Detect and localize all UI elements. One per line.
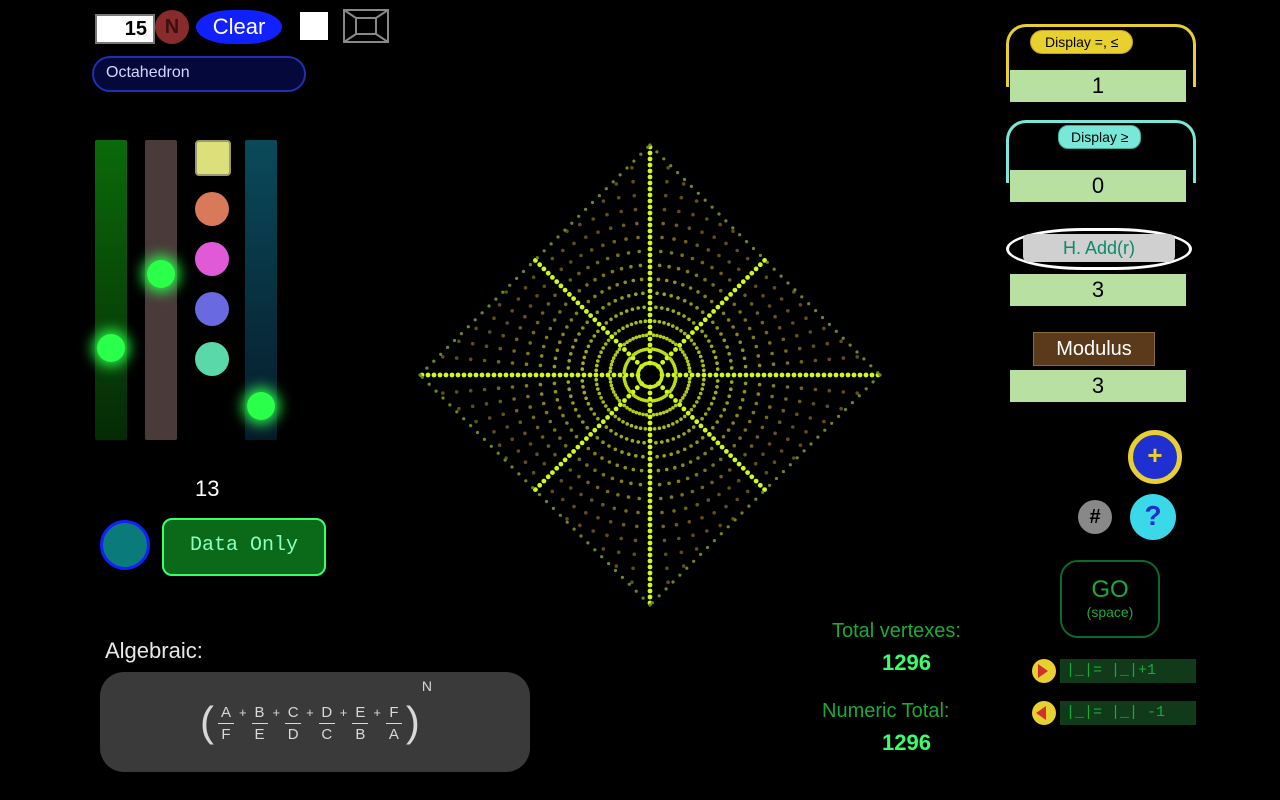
modulus-label[interactable]: Modulus: [1033, 332, 1155, 366]
size-input[interactable]: 15: [95, 14, 155, 44]
slider-3[interactable]: [245, 140, 277, 440]
tab-display-ge[interactable]: Display ≥: [1058, 125, 1141, 149]
total-vertexes-value: 1296: [882, 650, 931, 676]
swatch-magenta[interactable]: [195, 242, 229, 276]
color-swatch-column: [195, 140, 231, 392]
numeric-total-value: 1296: [882, 730, 931, 756]
hash-button[interactable]: #: [1078, 500, 1112, 534]
octahedron-visualization[interactable]: [400, 125, 900, 625]
swatch-blue[interactable]: [195, 292, 229, 326]
slider-value: 13: [195, 476, 219, 502]
value-le-input[interactable]: 1: [1010, 70, 1186, 102]
swatch-yellow[interactable]: [195, 140, 231, 176]
help-button[interactable]: ?: [1130, 494, 1176, 540]
go-sublabel: (space): [1062, 604, 1158, 620]
mode-toggle-button[interactable]: [100, 520, 150, 570]
perspective-icon[interactable]: [342, 8, 390, 44]
add-button[interactable]: +: [1128, 430, 1182, 484]
arrow-left-icon: [1032, 701, 1056, 725]
step-increment[interactable]: |_|= |_|+1: [1032, 658, 1196, 684]
total-vertexes-label: Total vertexes:: [832, 620, 961, 643]
color-swatch-white[interactable]: [300, 12, 328, 40]
numeric-total-label: Numeric Total:: [822, 700, 949, 723]
slider-1-thumb[interactable]: [97, 334, 125, 362]
slider-2[interactable]: [145, 140, 177, 440]
go-button[interactable]: GO (space): [1060, 560, 1160, 638]
arrow-right-icon: [1032, 659, 1056, 683]
slider-2-thumb[interactable]: [147, 260, 175, 288]
modulus-value-input[interactable]: 3: [1010, 370, 1186, 402]
swatch-teal[interactable]: [195, 342, 229, 376]
hadd-label: H. Add(r): [1023, 234, 1175, 262]
hadd-button[interactable]: H. Add(r): [1006, 228, 1192, 270]
tab-display-le[interactable]: Display =, ≤: [1030, 30, 1133, 54]
hadd-value-input[interactable]: 3: [1010, 274, 1186, 306]
algebraic-formula: ( AF+BE+CD+DC+EB+FA ) N: [100, 672, 530, 772]
value-ge-input[interactable]: 0: [1010, 170, 1186, 202]
step-dec-label: |_|= |_| -1: [1060, 701, 1196, 725]
data-only-button[interactable]: Data Only: [162, 518, 326, 576]
exponent: N: [422, 678, 432, 694]
slider-3-thumb[interactable]: [247, 392, 275, 420]
go-label: GO: [1062, 576, 1158, 604]
shape-select[interactable]: Octahedron: [92, 56, 306, 92]
clear-button[interactable]: Clear: [196, 10, 282, 44]
step-inc-label: |_|= |_|+1: [1060, 659, 1196, 683]
algebraic-label: Algebraic:: [105, 638, 203, 664]
swatch-orange[interactable]: [195, 192, 229, 226]
step-decrement[interactable]: |_|= |_| -1: [1032, 700, 1196, 726]
n-toggle-button[interactable]: N: [155, 10, 189, 44]
slider-1[interactable]: [95, 140, 127, 440]
